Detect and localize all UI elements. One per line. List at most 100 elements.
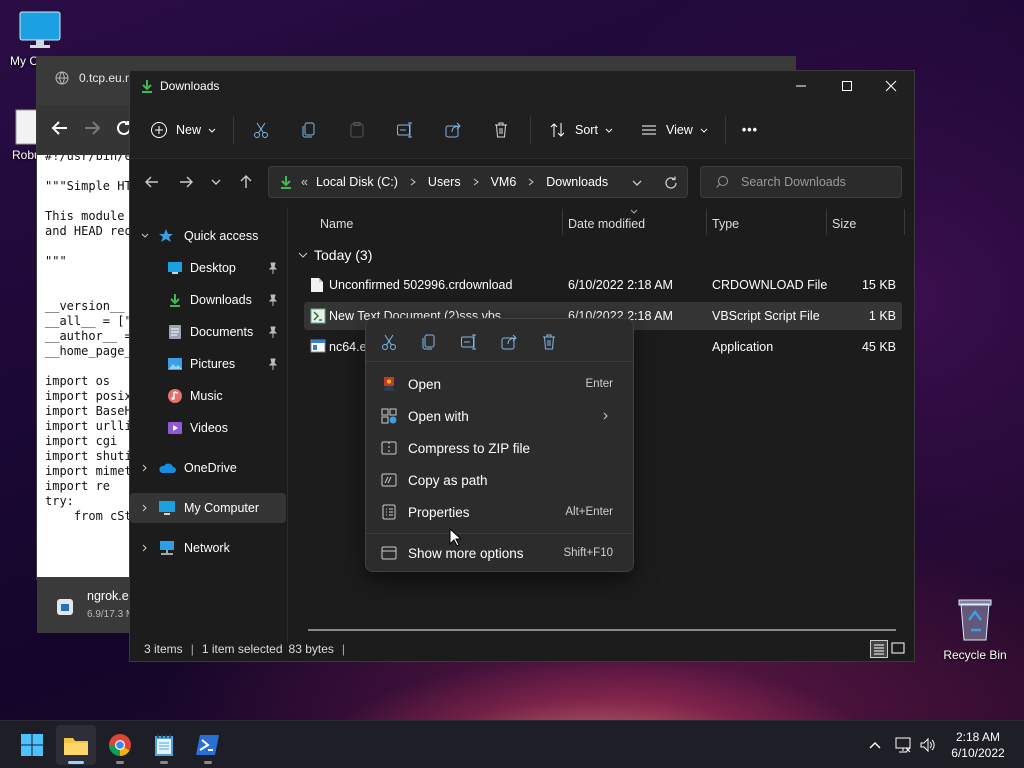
large-icons-view-toggle[interactable] [890, 640, 908, 658]
scissors-icon [254, 122, 269, 138]
desktop-recycle-bin-icon[interactable]: Recycle Bin [942, 596, 1008, 662]
chevron-down-icon[interactable] [631, 177, 643, 189]
column-type[interactable]: Type [712, 217, 739, 231]
taskbar-powershell[interactable] [188, 725, 228, 765]
view-icon [641, 125, 656, 134]
view-label: View [665, 122, 693, 137]
taskbar: 2:18 AM 6/10/2022 [0, 720, 1024, 768]
network-status-icon[interactable] [894, 736, 912, 754]
context-show-more-options[interactable]: Show more options Shift+F10 [372, 538, 627, 568]
context-copy-as-path-label: Copy as path [408, 472, 488, 488]
file-row[interactable]: Unconfirmed 502996.crdownload 6/10/2022 2… [304, 271, 902, 299]
column-headers: Name Date modified Type Size [290, 207, 914, 239]
nav-onedrive[interactable]: OneDrive [130, 453, 286, 483]
copy-icon [302, 122, 315, 137]
taskbar-notepad[interactable] [144, 725, 184, 765]
context-rename-button[interactable] [460, 333, 478, 351]
more-options-button[interactable]: ••• [742, 114, 758, 146]
context-open[interactable]: Open Enter [372, 369, 627, 399]
trash-icon [543, 334, 555, 350]
nav-my-computer[interactable]: My Computer [130, 493, 286, 523]
chevron-right-icon [603, 412, 608, 420]
close-button[interactable] [868, 71, 914, 101]
context-compress-zip[interactable]: Compress to ZIP file [372, 433, 627, 463]
browser-download-item[interactable]: ngrok.e 6.9/17.3 M [37, 577, 137, 633]
view-button[interactable]: View [640, 114, 709, 146]
large-icons-view-icon [891, 642, 905, 654]
start-button[interactable] [12, 725, 52, 765]
context-share-button[interactable] [500, 333, 518, 351]
file-icon [57, 599, 73, 615]
nav-item-music[interactable]: Music [130, 381, 286, 411]
horizontal-scrollbar[interactable] [308, 629, 896, 631]
recent-locations-chevron-icon[interactable] [210, 176, 222, 188]
breadcrumb-local-disk[interactable]: Local Disk (C:) [316, 175, 398, 189]
up-arrow-icon[interactable] [238, 174, 254, 190]
chevron-right-icon [473, 178, 479, 186]
rename-button[interactable] [396, 114, 414, 146]
context-cut-button[interactable] [380, 333, 398, 351]
nav-item-desktop[interactable]: Desktop [130, 253, 286, 283]
breadcrumb-downloads[interactable]: Downloads [546, 175, 608, 189]
nav-network[interactable]: Network [130, 533, 286, 563]
new-button[interactable]: New [150, 114, 217, 146]
minimize-button[interactable] [778, 71, 824, 101]
script-file-icon [310, 308, 326, 324]
nav-item-videos[interactable]: Videos [130, 413, 286, 443]
share-button[interactable] [444, 114, 462, 146]
status-bytes: 83 bytes [288, 642, 334, 656]
context-open-with[interactable]: Open with [372, 401, 627, 431]
music-icon [168, 389, 182, 403]
cut-button[interactable] [252, 114, 270, 146]
clock[interactable]: 2:18 AM 6/10/2022 [946, 729, 1010, 761]
browser-forward-icon[interactable] [83, 119, 101, 137]
properties-icon [382, 504, 396, 520]
nav-quick-access[interactable]: Quick access [130, 221, 286, 251]
sort-button[interactable]: Sort [549, 114, 614, 146]
paste-button[interactable] [348, 114, 366, 146]
pin-icon [268, 358, 278, 370]
taskbar-file-explorer[interactable] [56, 725, 96, 765]
file-date: 6/10/2022 2:18 AM [568, 278, 673, 292]
back-arrow-icon[interactable] [144, 174, 160, 190]
nav-item-downloads[interactable]: Downloads [130, 285, 286, 315]
details-view-icon [874, 644, 884, 655]
pictures-icon [168, 358, 182, 370]
details-view-toggle[interactable] [870, 640, 888, 658]
plus-circle-icon [151, 121, 167, 138]
volume-icon[interactable] [919, 736, 937, 754]
breadcrumb-vm6[interactable]: VM6 [491, 175, 517, 189]
rename-icon [397, 122, 413, 137]
context-copy-button[interactable] [420, 333, 438, 351]
forward-arrow-icon[interactable] [178, 174, 194, 190]
cloud-icon [159, 463, 176, 473]
windows-logo-icon [21, 734, 43, 756]
trash-icon [495, 122, 508, 137]
taskbar-chrome[interactable] [100, 725, 140, 765]
maximize-button[interactable] [824, 71, 870, 101]
globe-icon [55, 71, 69, 85]
browser-tab[interactable]: 0.tcp.eu.n [55, 71, 132, 85]
breadcrumb-users[interactable]: Users [428, 175, 461, 189]
context-delete-button[interactable] [540, 333, 558, 351]
file-type: CRDOWNLOAD File [712, 278, 828, 292]
show-hidden-icons-chevron-icon[interactable] [868, 738, 882, 752]
nav-item-pictures[interactable]: Pictures [130, 349, 286, 379]
context-copy-as-path[interactable]: Copy as path [372, 465, 627, 495]
clock-time: 2:18 AM [955, 730, 1001, 744]
delete-button[interactable] [492, 114, 510, 146]
search-input[interactable]: Search Downloads [700, 166, 902, 198]
browser-back-icon[interactable] [51, 119, 69, 137]
group-header-today[interactable]: Today (3) [298, 247, 372, 263]
refresh-icon[interactable] [663, 175, 679, 191]
column-size[interactable]: Size [832, 217, 856, 231]
nav-item-label: Videos [190, 421, 228, 435]
copy-button[interactable] [300, 114, 318, 146]
address-bar[interactable]: « Local Disk (C:) Users VM6 Downloads [268, 166, 688, 198]
column-date-modified[interactable]: Date modified [568, 217, 645, 231]
column-name[interactable]: Name [320, 217, 353, 231]
nav-item-documents[interactable]: Documents [130, 317, 286, 347]
mouse-cursor-icon [449, 528, 461, 547]
file-type: Application [712, 340, 774, 354]
context-properties[interactable]: Properties Alt+Enter [372, 497, 627, 527]
